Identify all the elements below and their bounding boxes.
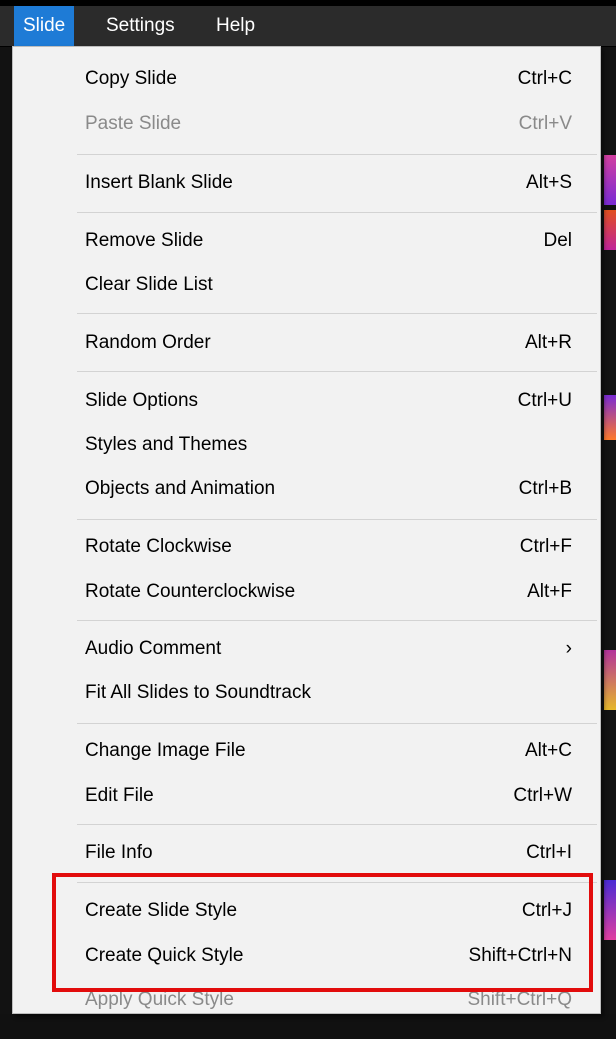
menu-item-shortcut: Ctrl+I [526, 842, 572, 863]
menu-separator [77, 723, 597, 724]
menu-item-shortcut: Alt+F [527, 581, 572, 602]
menu-item-label: Rotate Clockwise [85, 536, 232, 557]
menu-item-slide-options[interactable]: Slide Options Ctrl+U [13, 381, 600, 421]
menu-item-shortcut: Ctrl+C [517, 68, 572, 89]
menu-item-shortcut: Ctrl+W [513, 785, 572, 806]
background-thumbnail [604, 155, 616, 205]
menu-item-label: Edit File [85, 785, 154, 806]
menu-separator [77, 371, 597, 372]
menu-slide[interactable]: Slide [14, 6, 75, 46]
menu-item-label: Fit All Slides to Soundtrack [85, 682, 311, 703]
menu-item-label: Random Order [85, 332, 211, 353]
menu-item-label: Insert Blank Slide [85, 172, 233, 193]
menu-item-shortcut: Alt+R [525, 332, 572, 353]
background-thumbnail [604, 395, 616, 440]
menu-item-change-image-file[interactable]: Change Image File Alt+C [13, 731, 600, 771]
annotation-highlight-box [52, 873, 593, 992]
menu-item-paste-slide[interactable]: Paste Slide Ctrl+V [13, 104, 600, 144]
menu-item-styles-and-themes[interactable]: Styles and Themes [13, 425, 600, 465]
menu-item-clear-slide-list[interactable]: Clear Slide List [13, 265, 600, 305]
menu-item-shortcut: Ctrl+B [518, 478, 572, 499]
menu-item-label: Slide Options [85, 390, 199, 411]
menu-separator [77, 519, 597, 520]
slide-dropdown-menu: Copy Slide Ctrl+C Paste Slide Ctrl+V Ins… [12, 46, 601, 1014]
menu-item-shortcut: Alt+S [526, 172, 572, 193]
menu-item-label: Clear Slide List [85, 274, 213, 295]
menu-item-shortcut: Ctrl+U [517, 390, 572, 411]
submenu-arrow-icon: › [565, 638, 572, 659]
menu-item-rotate-clockwise[interactable]: Rotate Clockwise Ctrl+F [13, 527, 600, 567]
background-thumbnail [604, 210, 616, 250]
menu-separator [77, 620, 597, 621]
menu-settings[interactable]: Settings [97, 6, 184, 46]
menu-item-label: Rotate Counterclockwise [85, 581, 296, 602]
menu-item-label: Styles and Themes [85, 434, 248, 455]
menu-item-random-order[interactable]: Random Order Alt+R [13, 323, 600, 363]
menu-item-remove-slide[interactable]: Remove Slide Del [13, 221, 600, 261]
menu-item-label: Audio Comment [85, 638, 222, 659]
menu-item-rotate-counterclockwise[interactable]: Rotate Counterclockwise Alt+F [13, 572, 600, 612]
menu-item-shortcut: Ctrl+F [519, 536, 572, 557]
menu-item-shortcut: Alt+C [525, 740, 572, 761]
menu-separator [77, 154, 597, 155]
background-thumbnail [604, 880, 616, 940]
menu-item-file-info[interactable]: File Info Ctrl+I [13, 833, 600, 873]
menu-separator [77, 824, 597, 825]
menu-item-objects-and-animation[interactable]: Objects and Animation Ctrl+B [13, 469, 600, 509]
menu-item-insert-blank-slide[interactable]: Insert Blank Slide Alt+S [13, 163, 600, 203]
menu-item-label: Remove Slide [85, 230, 204, 251]
menu-separator [77, 313, 597, 314]
menu-item-shortcut: Ctrl+V [518, 113, 572, 134]
menu-item-copy-slide[interactable]: Copy Slide Ctrl+C [13, 59, 600, 99]
menu-bar: Slide Settings Help [0, 6, 616, 47]
background-panel-left [0, 47, 12, 1039]
background-thumbnail [604, 650, 616, 710]
menu-item-label: Copy Slide [85, 68, 177, 89]
menu-item-label: Change Image File [85, 740, 246, 761]
menu-item-audio-comment[interactable]: Audio Comment › [13, 629, 600, 669]
menu-help[interactable]: Help [207, 6, 264, 46]
menu-item-label: Paste Slide [85, 113, 182, 134]
menu-item-label: Objects and Animation [85, 478, 276, 499]
menu-item-shortcut: Del [543, 230, 572, 251]
menu-item-fit-all-slides-to-soundtrack[interactable]: Fit All Slides to Soundtrack [13, 673, 600, 713]
menu-item-edit-file[interactable]: Edit File Ctrl+W [13, 776, 600, 816]
menu-separator [77, 212, 597, 213]
menu-item-label: File Info [85, 842, 153, 863]
